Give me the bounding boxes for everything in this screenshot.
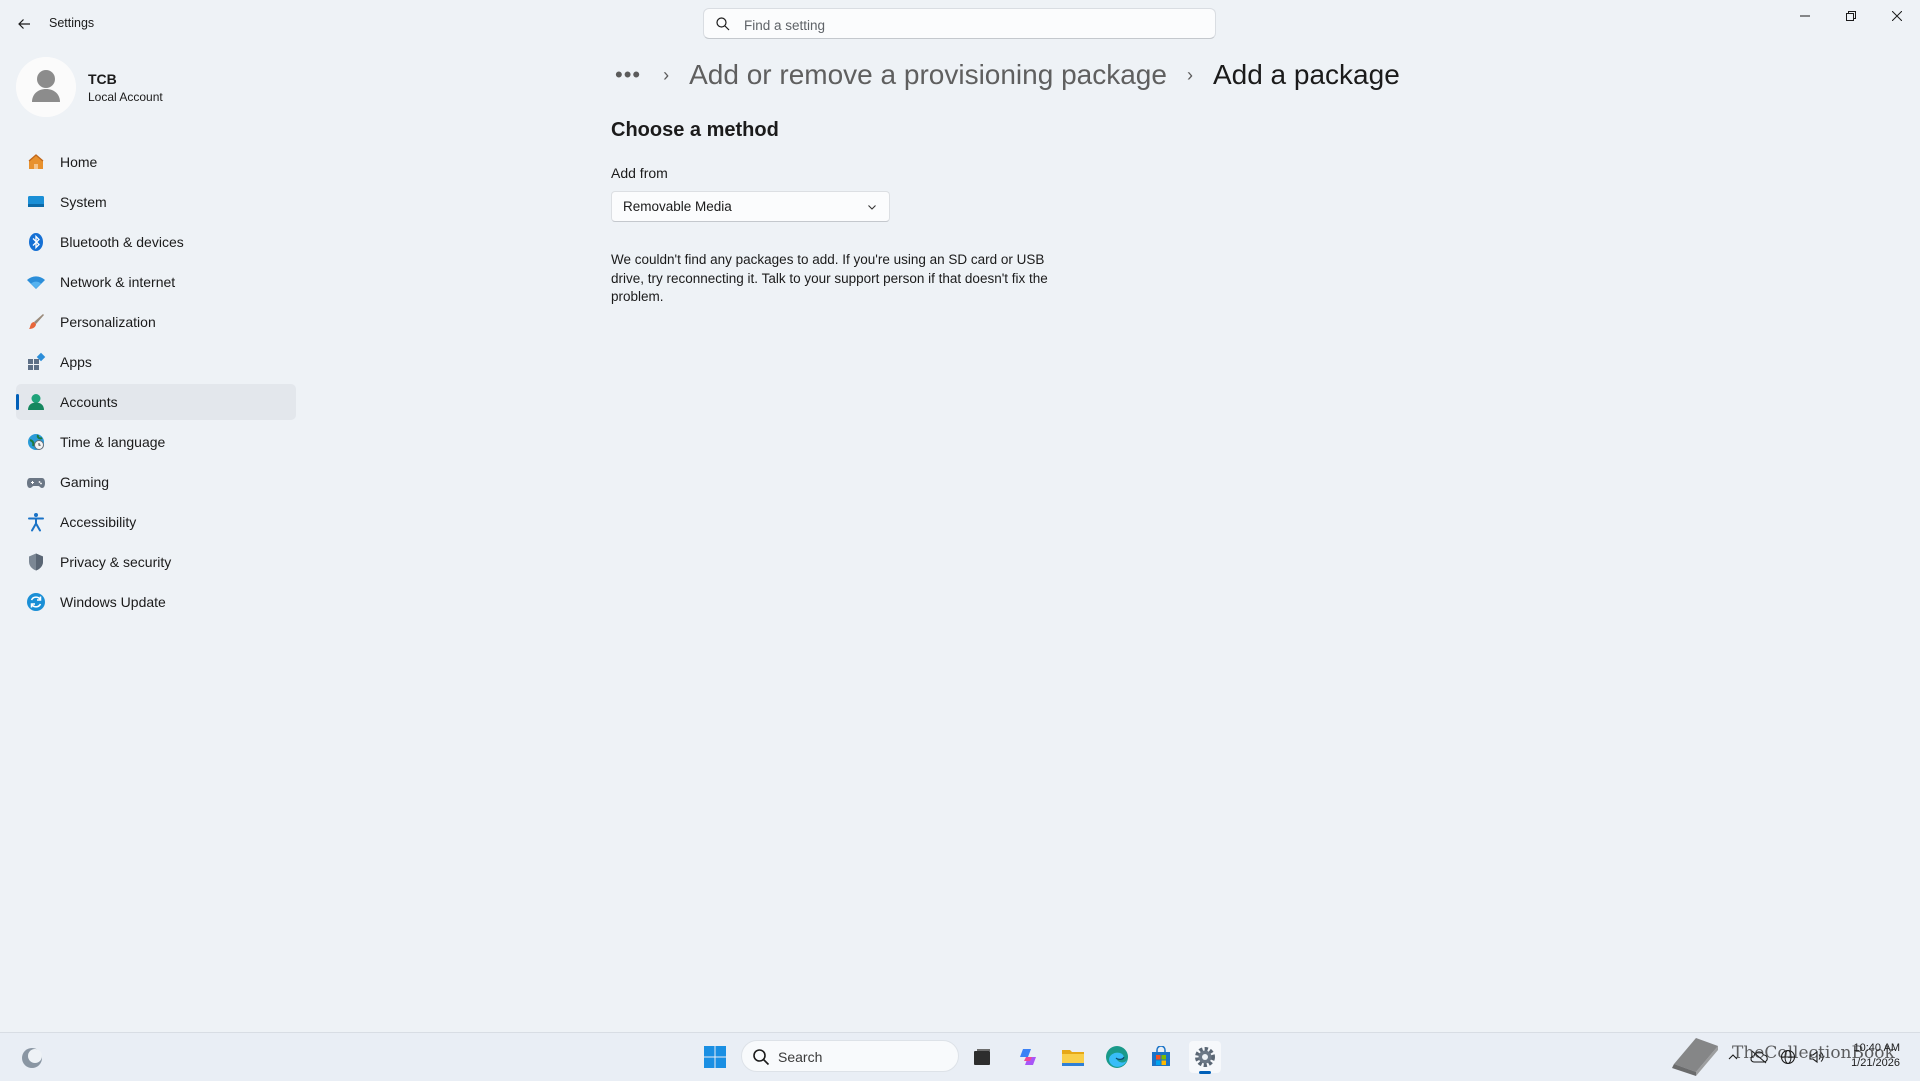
page-title: Add a package xyxy=(1212,59,1400,90)
sidebar-item-apps[interactable]: Apps xyxy=(16,344,296,380)
account-type: Local Account xyxy=(88,90,163,104)
sidebar-item-windows-update[interactable]: Windows Update xyxy=(16,584,296,620)
running-indicator xyxy=(1199,1071,1211,1074)
chevron-down-icon xyxy=(868,205,876,210)
back-arrow-icon xyxy=(18,19,30,29)
sidebar-item-label: Accounts xyxy=(60,394,118,410)
file-explorer-button[interactable] xyxy=(1057,1041,1089,1073)
bluetooth-icon xyxy=(26,232,46,252)
sidebar-item-privacy-security[interactable]: Privacy & security xyxy=(16,544,296,580)
sidebar-item-system[interactable]: System xyxy=(16,184,296,220)
edge-button[interactable] xyxy=(1101,1041,1133,1073)
breadcrumb-more-button[interactable]: ••• xyxy=(615,64,641,86)
globe-clock-icon xyxy=(26,432,46,452)
avatar xyxy=(16,57,76,117)
sidebar-item-personalization[interactable]: Personalization xyxy=(16,304,296,340)
gamepad-icon xyxy=(26,472,46,492)
add-from-label: Add from xyxy=(611,165,668,181)
breadcrumb: ••• › Add or remove a provisioning packa… xyxy=(611,52,1400,98)
search-input[interactable] xyxy=(742,15,1196,35)
no-packages-message: We couldn't find any packages to add. If… xyxy=(611,252,1048,304)
taskbar-search[interactable]: Search xyxy=(741,1040,959,1072)
sidebar-item-accessibility[interactable]: Accessibility xyxy=(16,504,296,540)
start-button[interactable] xyxy=(703,1045,727,1069)
sidebar-item-label: Accessibility xyxy=(60,514,137,530)
watermark-text: TheCollectionBook xyxy=(1732,1043,1895,1063)
selection-indicator xyxy=(16,394,19,410)
close-button[interactable] xyxy=(1874,0,1920,32)
chevron-right-icon: › xyxy=(663,64,670,85)
shield-icon xyxy=(26,552,46,572)
sidebar-item-label: Gaming xyxy=(60,474,110,490)
task-view-icon xyxy=(974,1049,990,1065)
copilot-icon xyxy=(1020,1049,1036,1065)
accessibility-icon xyxy=(26,512,46,532)
folder-icon xyxy=(1062,1050,1084,1066)
home-icon xyxy=(26,152,46,172)
window-controls xyxy=(1782,0,1920,32)
sidebar-item-bluetooth[interactable]: Bluetooth & devices xyxy=(16,224,296,260)
widgets-button[interactable] xyxy=(20,1046,44,1070)
back-button[interactable] xyxy=(12,12,36,36)
restore-button[interactable] xyxy=(1828,0,1874,32)
minimize-button[interactable] xyxy=(1782,0,1828,32)
sidebar-item-label: System xyxy=(60,194,107,210)
sidebar-item-label: Home xyxy=(60,154,98,170)
add-from-dropdown[interactable]: Removable Media xyxy=(611,191,890,222)
sidebar-item-label: Apps xyxy=(60,354,92,370)
section-title: Choose a method xyxy=(611,119,779,141)
windows-logo-icon xyxy=(704,1046,726,1068)
minimize-icon xyxy=(1800,15,1810,17)
sidebar-item-label: Privacy & security xyxy=(60,554,172,570)
sidebar-item-label: Windows Update xyxy=(60,594,166,610)
close-icon xyxy=(1892,11,1902,21)
sidebar-item-home[interactable]: Home xyxy=(16,144,296,180)
gear-icon xyxy=(1195,1047,1215,1067)
taskbar-search-label: Search xyxy=(778,1049,823,1065)
update-icon xyxy=(26,592,46,612)
edge-icon xyxy=(1106,1046,1128,1068)
app-title: Settings xyxy=(49,16,95,30)
sidebar-nav: Home System Bluetooth & devices Network … xyxy=(16,144,296,624)
wifi-icon xyxy=(26,272,46,292)
system-icon xyxy=(26,192,46,212)
store-button[interactable] xyxy=(1145,1041,1177,1073)
user-avatar-icon xyxy=(16,57,76,117)
sidebar-item-label: Personalization xyxy=(60,314,156,330)
breadcrumb-parent-link[interactable]: Add or remove a provisioning package xyxy=(689,59,1167,91)
search-icon xyxy=(753,1049,770,1066)
watermark: TheCollectionBook xyxy=(1668,1030,1908,1078)
sidebar-item-network[interactable]: Network & internet xyxy=(16,264,296,300)
sidebar-item-label: Bluetooth & devices xyxy=(60,234,184,250)
search-icon xyxy=(716,17,730,31)
settings-search-box[interactable] xyxy=(703,8,1216,39)
copilot-button[interactable] xyxy=(1012,1041,1044,1073)
sidebar-item-label: Network & internet xyxy=(60,274,176,290)
restore-icon xyxy=(1846,11,1856,21)
taskbar: Search 10:40 AM 1/21/2026 xyxy=(0,1032,1920,1081)
apps-icon xyxy=(26,352,46,372)
add-from-selected-value: Removable Media xyxy=(623,199,732,214)
brush-icon xyxy=(26,312,46,332)
title-bar: Settings xyxy=(0,0,1920,48)
book-logo-icon xyxy=(1672,1038,1718,1076)
sidebar-item-accounts[interactable]: Accounts xyxy=(16,384,296,420)
sidebar-item-time-language[interactable]: Time & language xyxy=(16,424,296,460)
chevron-right-icon: › xyxy=(1186,64,1193,85)
store-icon xyxy=(1152,1046,1170,1066)
weather-widget-icon xyxy=(22,1048,42,1068)
settings-taskbar-button[interactable] xyxy=(1189,1041,1221,1074)
task-view-button[interactable] xyxy=(966,1041,998,1073)
accounts-icon xyxy=(26,392,46,412)
sidebar-item-label: Time & language xyxy=(60,434,166,450)
account-name: TCB xyxy=(88,71,117,87)
sidebar-item-gaming[interactable]: Gaming xyxy=(16,464,296,500)
